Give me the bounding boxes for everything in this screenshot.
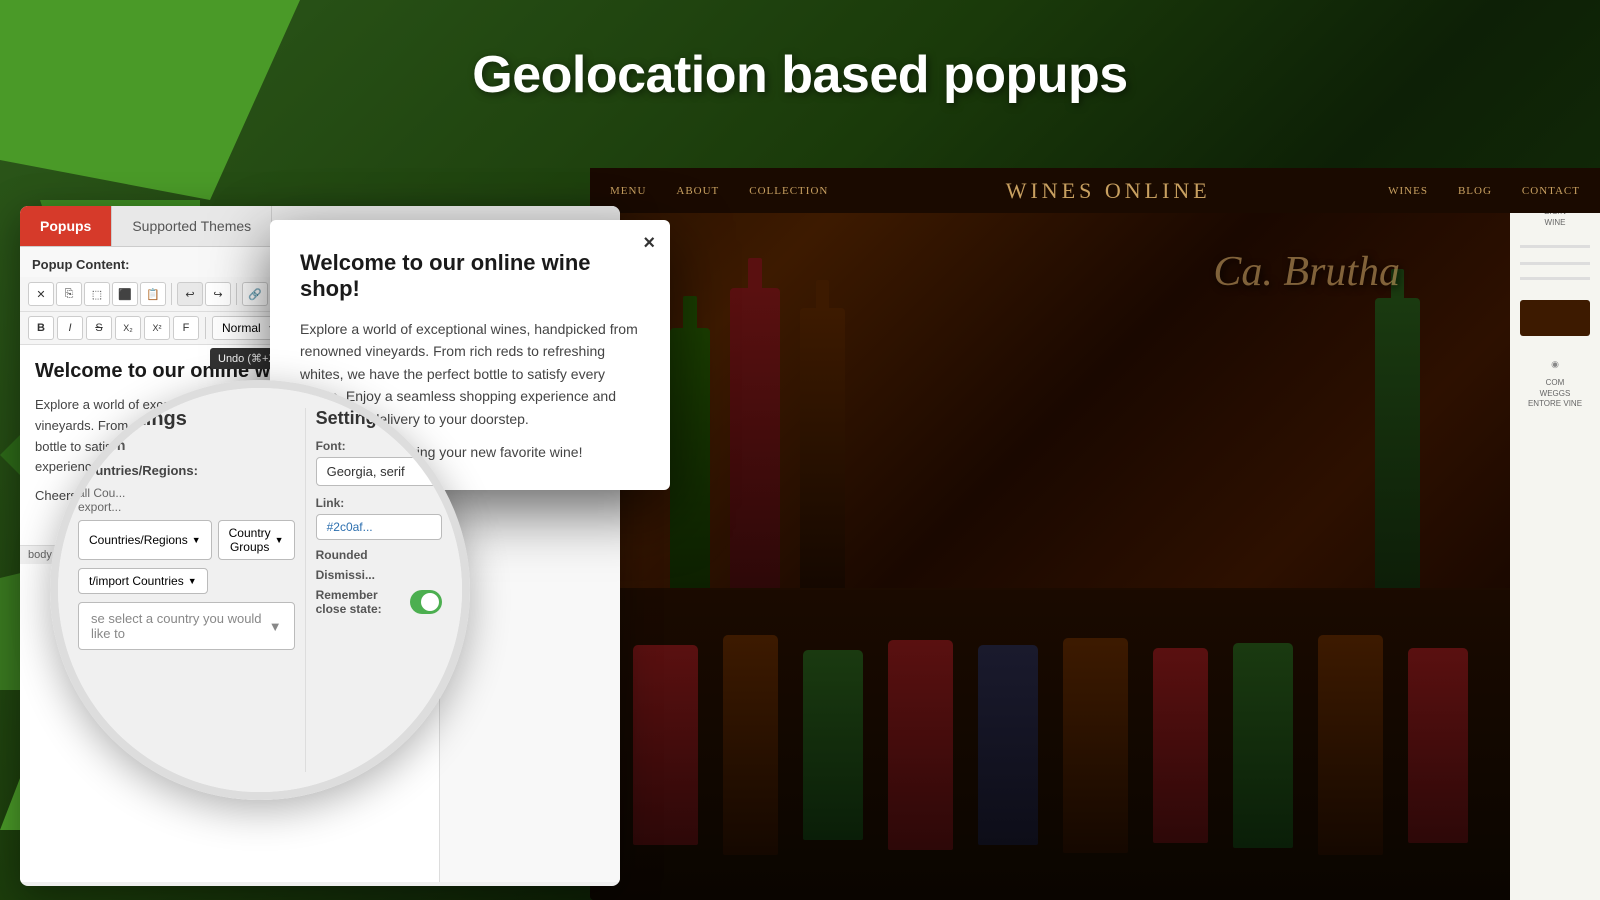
bottle-4 bbox=[1375, 298, 1420, 588]
country-select-placeholder: se select a country you would like to bbox=[91, 611, 269, 641]
product-2[interactable] bbox=[723, 635, 778, 855]
toolbar-link[interactable]: 🔗 bbox=[242, 282, 268, 306]
font-label: Font: bbox=[316, 439, 442, 453]
remember-label: Remember close state: bbox=[316, 588, 411, 616]
remember-row: Remember close state: bbox=[316, 588, 442, 616]
toolbar-font[interactable]: F bbox=[173, 316, 199, 340]
toolbar-subscript[interactable]: X₂ bbox=[115, 316, 141, 340]
dismissi-section: Dismissi... bbox=[316, 568, 442, 582]
toolbar-sep-2 bbox=[236, 283, 237, 305]
link-label: Link: bbox=[316, 496, 442, 510]
sidebar-separator-1 bbox=[1520, 245, 1590, 248]
mag-settings-right: Settings / S Font: Georgia, serif Link: … bbox=[305, 408, 442, 772]
link-section: Link: #2c0af... bbox=[316, 496, 442, 540]
mag-settings-top: on Settings Region Countries/Regions: al… bbox=[58, 388, 462, 792]
magnifier-inner: on Settings Region Countries/Regions: al… bbox=[58, 388, 462, 792]
mag-all-countries: all Cou...export... bbox=[78, 486, 295, 514]
mag-region-label: Region bbox=[78, 437, 295, 453]
wine-tagline: Ca. Brutha bbox=[1213, 248, 1400, 296]
popup-modal-title: Welcome to our online wine shop! bbox=[300, 250, 640, 302]
nav-wines[interactable]: WINES bbox=[1388, 185, 1428, 197]
mag-settings-title-1: on Settings bbox=[78, 408, 295, 431]
dismissi-label: Dismissi... bbox=[316, 568, 442, 582]
country-select-arrow: ▼ bbox=[269, 619, 282, 634]
wine-products-row bbox=[590, 590, 1510, 900]
store-header: MENU ABOUT COLLECTION WINES ONLINE WINES… bbox=[590, 168, 1600, 213]
product-10[interactable] bbox=[1408, 648, 1468, 843]
product-9[interactable] bbox=[1318, 635, 1383, 855]
rounded-label: Rounded bbox=[316, 548, 442, 562]
mag-dropdowns-row: Countries/Regions Country Groups bbox=[78, 520, 295, 560]
sidebar-icon-2: ◉ bbox=[1551, 359, 1559, 370]
sidebar-separator-2 bbox=[1520, 262, 1590, 265]
link-value[interactable]: #2c0af... bbox=[316, 514, 442, 540]
nav-menu[interactable]: MENU bbox=[610, 185, 646, 197]
mag-countries-label: Countries/Regions: bbox=[78, 463, 295, 478]
sidebar-buy-btn[interactable] bbox=[1520, 300, 1590, 336]
tab-popups[interactable]: Popups bbox=[20, 206, 112, 246]
product-7[interactable] bbox=[1153, 648, 1208, 843]
mag-settings-title-2: Settings / S bbox=[316, 408, 442, 429]
toolbar-pasteplain[interactable]: ⬛ bbox=[112, 282, 138, 306]
wine-sidebar: ◉ TOGREEIG/NWINE ◉ COMWEGGSENTORE VINE bbox=[1510, 168, 1600, 900]
toolbar-pasteword[interactable]: 📋 bbox=[140, 282, 166, 306]
mag-settings-panel: on Settings Region Countries/Regions: al… bbox=[58, 388, 462, 792]
sidebar-separator-3 bbox=[1520, 277, 1590, 280]
bottle-3 bbox=[800, 308, 845, 588]
nav-contact[interactable]: CONTACT bbox=[1522, 185, 1580, 197]
store-logo: WINES ONLINE bbox=[1006, 178, 1211, 204]
popup-close-button[interactable]: × bbox=[643, 232, 655, 255]
product-5[interactable] bbox=[978, 645, 1038, 845]
toolbar-paste[interactable]: ⬚ bbox=[84, 282, 110, 306]
wine-bottles-area: Ca. Brutha bbox=[590, 168, 1600, 588]
page-title: Geolocation based popups bbox=[0, 45, 1600, 105]
toolbar-undo[interactable]: ↩ bbox=[177, 282, 203, 306]
toolbar-redo[interactable]: ↪ bbox=[205, 282, 231, 306]
magnifier-overlay: on Settings Region Countries/Regions: al… bbox=[50, 380, 470, 800]
font-section: Font: Georgia, serif bbox=[316, 439, 442, 486]
wine-store-background: Ca. Brutha bbox=[590, 168, 1600, 900]
product-3[interactable] bbox=[803, 650, 863, 840]
nav-about[interactable]: ABOUT bbox=[676, 185, 719, 197]
toolbar-copy[interactable]: ⎘ bbox=[56, 282, 82, 306]
country-select-dropdown[interactable]: se select a country you would like to ▼ bbox=[78, 602, 295, 650]
nav-blog[interactable]: BLOG bbox=[1458, 185, 1492, 197]
rounded-section: Rounded bbox=[316, 548, 442, 562]
country-groups-dropdown[interactable]: Country Groups bbox=[218, 520, 295, 560]
font-value[interactable]: Georgia, serif bbox=[316, 457, 442, 486]
product-6[interactable] bbox=[1063, 638, 1128, 853]
product-4[interactable] bbox=[888, 640, 953, 850]
tab-supported-themes[interactable]: Supported Themes bbox=[112, 206, 272, 246]
toolbar-bold[interactable]: B bbox=[28, 316, 54, 340]
nav-collection[interactable]: COLLECTION bbox=[749, 185, 828, 197]
import-countries-btn[interactable]: t/import Countries bbox=[78, 568, 208, 594]
bottle-1 bbox=[670, 328, 710, 588]
toolbar-superscript[interactable]: X² bbox=[144, 316, 170, 340]
toolbar-sep-1 bbox=[171, 283, 172, 305]
mag-settings-left: on Settings Region Countries/Regions: al… bbox=[78, 408, 305, 772]
toolbar-strike[interactable]: S bbox=[86, 316, 112, 340]
bottle-2 bbox=[730, 288, 780, 588]
product-1[interactable] bbox=[633, 645, 698, 845]
countries-regions-dropdown[interactable]: Countries/Regions bbox=[78, 520, 212, 560]
toolbar-sep-3 bbox=[205, 317, 206, 339]
remember-toggle[interactable] bbox=[410, 590, 442, 614]
toolbar-italic[interactable]: I bbox=[57, 316, 83, 340]
product-8[interactable] bbox=[1233, 643, 1293, 848]
toolbar-cut[interactable]: ✕ bbox=[28, 282, 54, 306]
sidebar-label-2: COMWEGGSENTORE VINE bbox=[1528, 378, 1582, 409]
